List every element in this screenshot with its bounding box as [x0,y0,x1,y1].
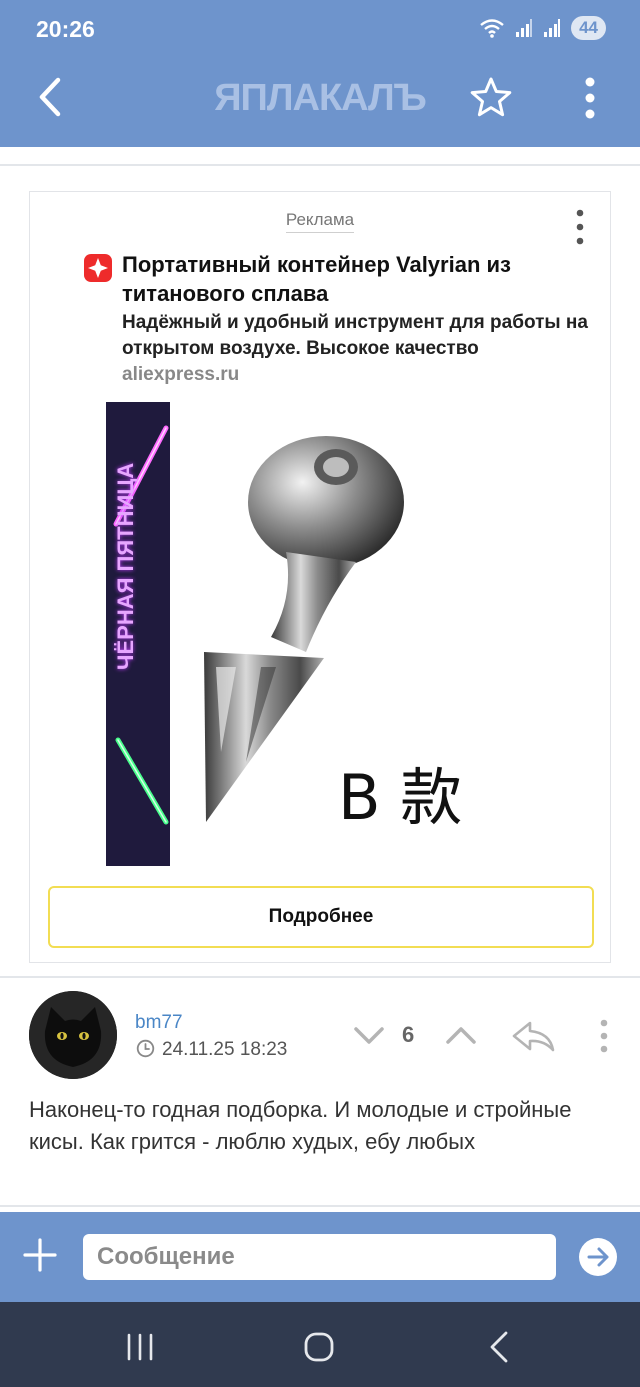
clock-icon [136,1039,155,1058]
banner-text: ЧЁРНАЯ ПЯТНИЦА [113,462,138,670]
aliexpress-icon [84,254,112,282]
battery-indicator: 44 [571,16,606,40]
site-logo[interactable]: ЯПЛАКАЛЪ [198,76,442,120]
reply-arrow-icon[interactable] [510,1018,556,1054]
comment-menu-dots-icon[interactable] [594,1017,614,1057]
status-icons: 44 [479,16,606,40]
wifi-icon [480,19,504,38]
system-back-icon[interactable] [486,1330,512,1364]
page: 20:26 44 ЯПЛАКАЛЪ Реклама Портативный ко… [0,0,640,1387]
star-icon[interactable] [468,75,514,121]
signal-icon-2 [544,19,561,37]
comment-author[interactable]: bm77 [135,1012,183,1034]
details-button[interactable]: Подробнее [48,886,594,948]
product-variant-caption: B 款 [338,761,463,834]
ad-label: Реклама [30,210,610,233]
back-chevron-icon[interactable] [30,74,70,120]
divider [0,1205,640,1207]
status-time: 20:26 [36,16,95,42]
comment-timestamp: 24.11.25 18:23 [162,1039,288,1060]
divider [0,164,640,166]
ad-domain[interactable]: aliexpress.ru [122,364,239,386]
send-button[interactable] [579,1238,617,1276]
vote-up-chevron-icon[interactable] [444,1020,478,1050]
menu-dots-icon[interactable] [578,76,602,122]
vote-count: 6 [402,1022,415,1047]
ad-product-image[interactable]: ЧЁРНАЯ ПЯТНИЦА B 款 [106,402,546,866]
send-arrow-icon [587,1247,609,1267]
ad-title[interactable]: Портативный контейнер Valyrian из титано… [122,250,592,308]
plus-icon[interactable] [22,1237,58,1273]
ad-description: Надёжный и удобный инструмент для работы… [122,312,588,359]
ad-menu-dots-icon[interactable] [570,208,590,248]
signal-icon [516,19,533,37]
avatar[interactable] [29,991,117,1079]
black-friday-banner: ЧЁРНАЯ ПЯТНИЦА [106,402,170,866]
home-icon[interactable] [303,1331,335,1363]
divider [0,976,640,978]
system-navigation-bar [0,1302,640,1387]
comment-text: Наконец-то годная подборка. И молодые и … [29,1097,572,1154]
message-composer [0,1212,640,1302]
message-input[interactable] [83,1234,556,1280]
ad-card[interactable]: Реклама Портативный контейнер Valyrian и… [29,191,611,963]
vote-down-chevron-icon[interactable] [352,1020,386,1050]
app-header: 20:26 44 ЯПЛАКАЛЪ [0,0,640,147]
recent-apps-icon[interactable] [124,1332,156,1362]
